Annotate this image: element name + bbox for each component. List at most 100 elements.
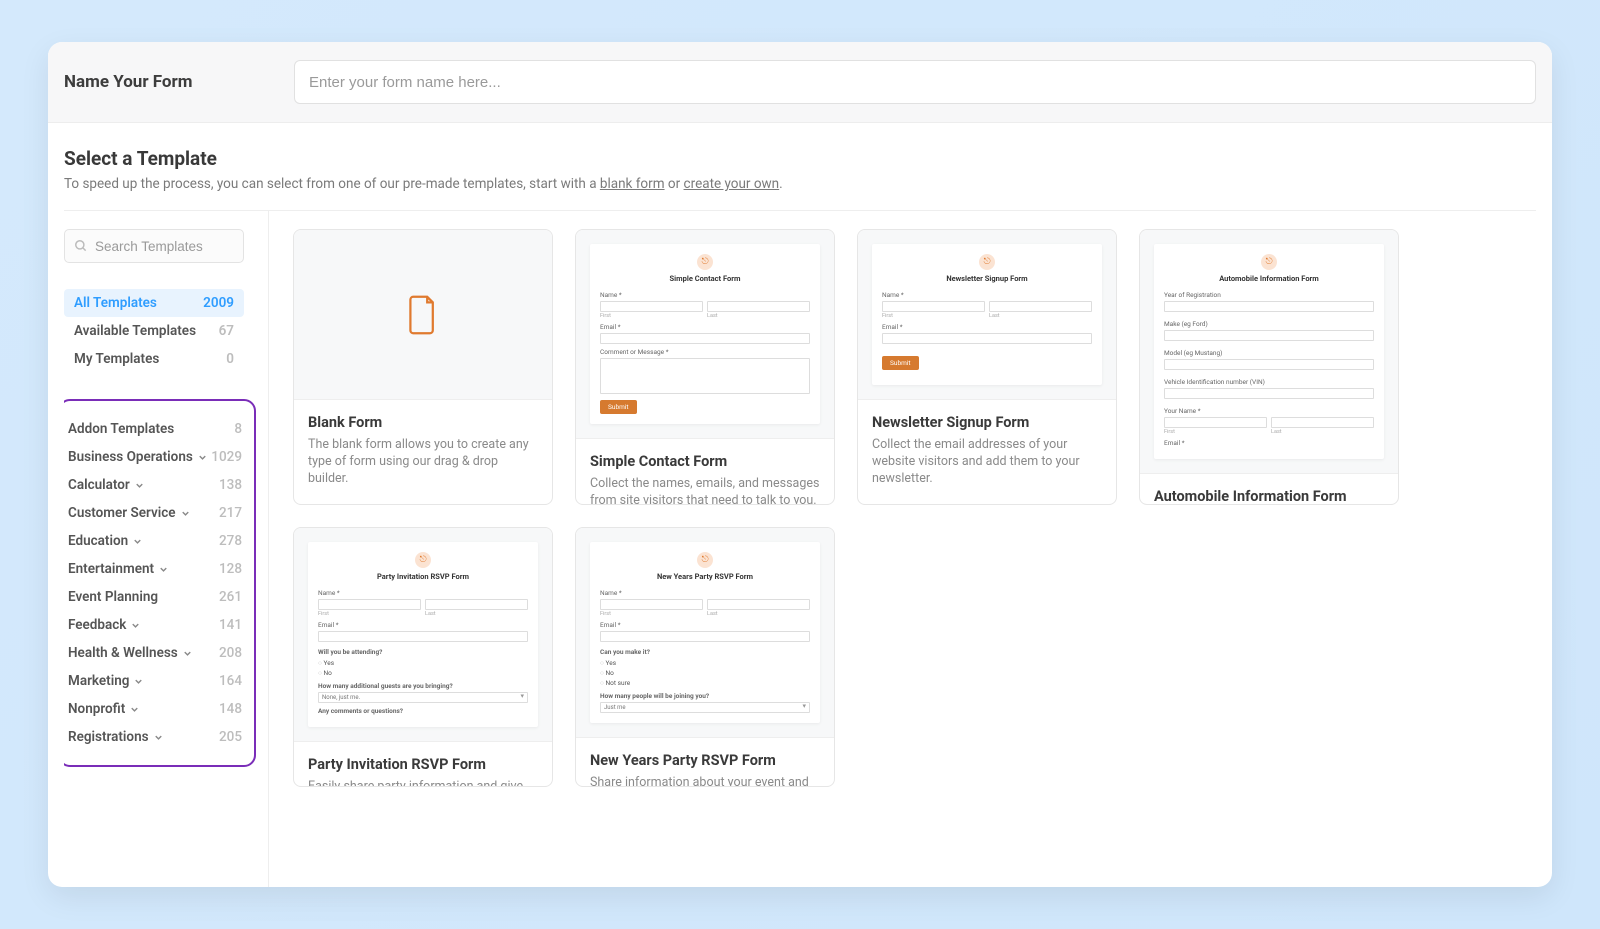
sidebar: All Templates 2009 Available Templates 6… xyxy=(64,211,269,887)
template-card-body: Newsletter Signup Form Collect the email … xyxy=(858,399,1116,504)
form-builder-panel: Name Your Form Select a Template To spee… xyxy=(48,42,1552,887)
chevron-down-icon xyxy=(129,704,140,715)
category-item[interactable]: Event Planning261 xyxy=(68,583,250,611)
template-title: Blank Form xyxy=(308,414,538,431)
category-count: 261 xyxy=(219,589,242,605)
category-count: 148 xyxy=(219,701,242,717)
nav-available-templates[interactable]: Available Templates 67 xyxy=(64,317,244,345)
category-item[interactable]: Education 278 xyxy=(68,527,250,555)
template-card[interactable]: ⎋Simple Contact FormName *FirstLastEmail… xyxy=(575,229,835,505)
nav-all-templates[interactable]: All Templates 2009 xyxy=(64,289,244,317)
category-item[interactable]: Addon Templates 8 xyxy=(68,415,250,443)
category-item[interactable]: Feedback 141 xyxy=(68,611,250,639)
template-description: Easily share party information and give … xyxy=(308,779,538,787)
category-label: Health & Wellness xyxy=(68,645,193,661)
category-count: 8 xyxy=(234,421,242,437)
template-description: Collect the names, emails, and messages … xyxy=(590,476,820,505)
category-count: 138 xyxy=(219,477,242,493)
category-label: Education xyxy=(68,533,143,549)
template-title: New Years Party RSVP Form xyxy=(590,752,820,769)
preview-logo-icon: ⎋ xyxy=(1261,254,1277,270)
chevron-down-icon xyxy=(134,480,145,491)
template-title: Party Invitation RSVP Form xyxy=(308,756,538,773)
template-description: Collect the email addresses of your webs… xyxy=(872,437,1102,488)
template-card-body: New Years Party RSVP Form Share informati… xyxy=(576,737,834,787)
blank-form-icon xyxy=(406,294,440,336)
content-area: Select a Template To speed up the proces… xyxy=(48,123,1552,887)
chevron-down-icon xyxy=(158,564,169,575)
category-count: 164 xyxy=(219,673,242,689)
category-label: Entertainment xyxy=(68,561,169,577)
category-count: 128 xyxy=(219,561,242,577)
category-list: Addon Templates8Business Operations1029C… xyxy=(64,399,256,767)
category-item[interactable]: Entertainment 128 xyxy=(68,555,250,583)
template-card[interactable]: ⎋Newsletter Signup FormName *FirstLastEm… xyxy=(857,229,1117,505)
category-label: Feedback xyxy=(68,617,141,633)
preview-inner: ⎋New Years Party RSVP FormName *FirstLas… xyxy=(590,542,820,723)
category-count: 141 xyxy=(219,617,242,633)
template-description: Share information about your event and f… xyxy=(590,775,820,787)
preview-inner: ⎋Party Invitation RSVP FormName *FirstLa… xyxy=(308,542,538,727)
category-item[interactable]: Nonprofit 148 xyxy=(68,695,250,723)
template-card-body: Simple Contact Form Collect the names, em… xyxy=(576,438,834,505)
preview-logo-icon: ⎋ xyxy=(415,552,431,568)
blank-form-link[interactable]: blank form xyxy=(600,176,665,192)
category-count: 278 xyxy=(219,533,242,549)
category-item[interactable]: Registrations 205 xyxy=(68,723,250,751)
select-template-heading: Select a Template xyxy=(64,147,1536,170)
template-preview: ⎋New Years Party RSVP FormName *FirstLas… xyxy=(576,528,834,737)
preview-inner: ⎋Newsletter Signup FormName *FirstLastEm… xyxy=(872,244,1102,385)
category-count: 208 xyxy=(219,645,242,661)
chevron-down-icon xyxy=(133,676,144,687)
category-label: Nonprofit xyxy=(68,701,140,717)
template-preview xyxy=(294,230,552,399)
form-name-input[interactable] xyxy=(294,60,1536,104)
category-count: 205 xyxy=(219,729,242,745)
preview-logo-icon: ⎋ xyxy=(979,254,995,270)
top-bar: Name Your Form xyxy=(48,42,1552,123)
template-card[interactable]: Blank Form The blank form allows you to c… xyxy=(293,229,553,505)
template-card[interactable]: ⎋Automobile Information FormYear of Regi… xyxy=(1139,229,1399,505)
chevron-down-icon xyxy=(180,508,191,519)
template-title: Newsletter Signup Form xyxy=(872,414,1102,431)
template-preview: ⎋Party Invitation RSVP FormName *FirstLa… xyxy=(294,528,552,741)
category-label: Addon Templates xyxy=(68,421,174,437)
template-title: Automobile Information Form xyxy=(1154,488,1384,505)
select-template-subtext: To speed up the process, you can select … xyxy=(64,176,1536,192)
category-label: Marketing xyxy=(68,673,144,689)
category-item[interactable]: Marketing 164 xyxy=(68,667,250,695)
template-title: Simple Contact Form xyxy=(590,453,820,470)
category-label: Customer Service xyxy=(68,505,191,521)
chevron-down-icon xyxy=(130,620,141,631)
chevron-down-icon xyxy=(132,536,143,547)
search-wrapper xyxy=(64,229,244,263)
create-your-own-link[interactable]: create your own xyxy=(684,176,780,192)
template-description: The blank form allows you to create any … xyxy=(308,437,538,488)
chevron-down-icon xyxy=(182,648,193,659)
category-item[interactable]: Calculator138 xyxy=(68,471,250,499)
nav-my-templates[interactable]: My Templates 0 xyxy=(64,345,244,373)
body: All Templates 2009 Available Templates 6… xyxy=(64,211,1536,887)
category-item[interactable]: Business Operations1029 xyxy=(68,443,250,471)
template-card-body: Blank Form The blank form allows you to c… xyxy=(294,399,552,504)
template-preview: ⎋Simple Contact FormName *FirstLastEmail… xyxy=(576,230,834,438)
category-item[interactable]: Customer Service 217 xyxy=(68,499,250,527)
category-item[interactable]: Health & Wellness 208 xyxy=(68,639,250,667)
search-icon xyxy=(74,239,88,253)
template-preview: ⎋Newsletter Signup FormName *FirstLastEm… xyxy=(858,230,1116,399)
category-count: 1029 xyxy=(211,449,242,465)
name-form-label: Name Your Form xyxy=(64,72,294,92)
chevron-down-icon xyxy=(197,452,208,463)
category-label: Business Operations xyxy=(68,449,208,465)
template-card-body: Automobile Information FormGather inform… xyxy=(1140,473,1398,505)
template-card[interactable]: ⎋Party Invitation RSVP FormName *FirstLa… xyxy=(293,527,553,787)
template-preview: ⎋Automobile Information FormYear of Regi… xyxy=(1140,230,1398,473)
template-card-body: Party Invitation RSVP Form Easily share p… xyxy=(294,741,552,787)
preview-logo-icon: ⎋ xyxy=(697,552,713,568)
template-card[interactable]: ⎋New Years Party RSVP FormName *FirstLas… xyxy=(575,527,835,787)
search-templates-input[interactable] xyxy=(64,229,244,263)
category-count: 217 xyxy=(219,505,242,521)
category-label: Registrations xyxy=(68,729,164,745)
preview-inner: ⎋Automobile Information FormYear of Regi… xyxy=(1154,244,1384,459)
nav-group: All Templates 2009 Available Templates 6… xyxy=(64,289,268,373)
